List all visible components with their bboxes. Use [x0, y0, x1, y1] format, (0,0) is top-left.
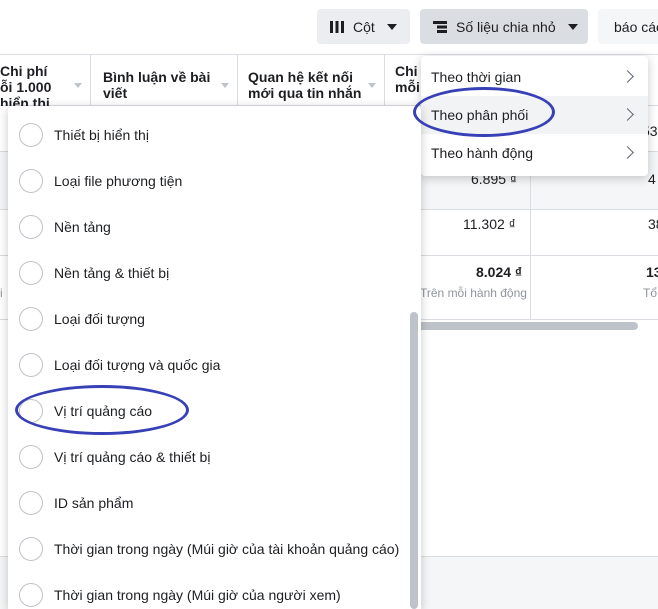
radio-button[interactable] — [19, 307, 43, 331]
list-item[interactable]: Thời gian trong ngày (Múi giờ của người … — [8, 572, 406, 609]
radio-button[interactable] — [19, 261, 43, 285]
list-item[interactable]: Vị trí quảng cáo & thiết bị — [8, 434, 406, 480]
list-item[interactable]: ID sản phẩm — [8, 480, 406, 526]
list-item[interactable]: Nền tảng & thiết bị — [8, 250, 406, 296]
breakdown-label: Số liệu chia nhỏ — [456, 18, 556, 35]
list-item-placement[interactable]: Vị trí quảng cáo — [8, 388, 406, 434]
sort-icon — [368, 83, 376, 88]
columns-button[interactable]: Cột — [317, 9, 410, 44]
list-item[interactable]: Loại đối tượng — [8, 296, 406, 342]
reports-button[interactable]: báo cáo — [598, 9, 658, 44]
breakdown-submenu: Theo thời gian Theo phân phối Theo hành … — [421, 56, 648, 176]
breakdown-button[interactable]: Số liệu chia nhỏ — [420, 9, 588, 44]
breakdown-icon — [433, 20, 447, 33]
chevron-down-icon — [386, 23, 397, 30]
columns-label: Cột — [353, 18, 375, 35]
radio-button[interactable] — [19, 491, 43, 515]
list-item[interactable]: Thiết bị hiển thị — [8, 112, 406, 158]
toolbar: Cột Số liệu chia nhỏ báo cáo — [0, 0, 658, 54]
chevron-down-icon — [567, 23, 578, 30]
chevron-right-icon — [621, 108, 634, 121]
sort-icon — [221, 83, 229, 88]
column-header-cpm[interactable]: Chi phí ỗi 1.000 hiển thị — [0, 55, 91, 106]
columns-icon — [330, 20, 344, 33]
list-item[interactable]: Thời gian trong ngày (Múi giờ của tài kh… — [8, 526, 406, 572]
column-header-comments[interactable]: Bình luận về bài viết — [91, 55, 238, 106]
radio-button[interactable] — [19, 445, 43, 469]
delivery-breakdown-list: Thiết bị hiển thị Loại file phương tiện … — [8, 106, 421, 609]
chevron-right-icon — [621, 146, 634, 159]
horizontal-scrollbar[interactable] — [415, 322, 638, 330]
chevron-right-icon — [621, 70, 634, 83]
radio-button[interactable] — [19, 399, 43, 423]
radio-button[interactable] — [19, 123, 43, 147]
list-item[interactable]: Loại đối tượng và quốc gia — [8, 342, 406, 388]
radio-button[interactable] — [19, 215, 43, 239]
radio-button[interactable] — [19, 169, 43, 193]
column-header-new-connections[interactable]: Quan hệ kết nối mới qua tin nhắn — [238, 55, 385, 106]
list-item[interactable]: Nền tảng — [8, 204, 406, 250]
radio-button[interactable] — [19, 353, 43, 377]
submenu-item-by-delivery[interactable]: Theo phân phối — [421, 96, 648, 134]
vertical-scrollbar[interactable] — [410, 312, 418, 609]
submenu-item-by-time[interactable]: Theo thời gian — [421, 58, 648, 96]
reports-label: báo cáo — [614, 18, 658, 35]
submenu-item-by-action[interactable]: Theo hành động — [421, 134, 648, 172]
sort-icon — [74, 83, 82, 88]
column-divider — [530, 176, 531, 320]
radio-button[interactable] — [19, 583, 43, 607]
list-item[interactable]: Loại file phương tiện — [8, 158, 406, 204]
radio-button[interactable] — [19, 537, 43, 561]
